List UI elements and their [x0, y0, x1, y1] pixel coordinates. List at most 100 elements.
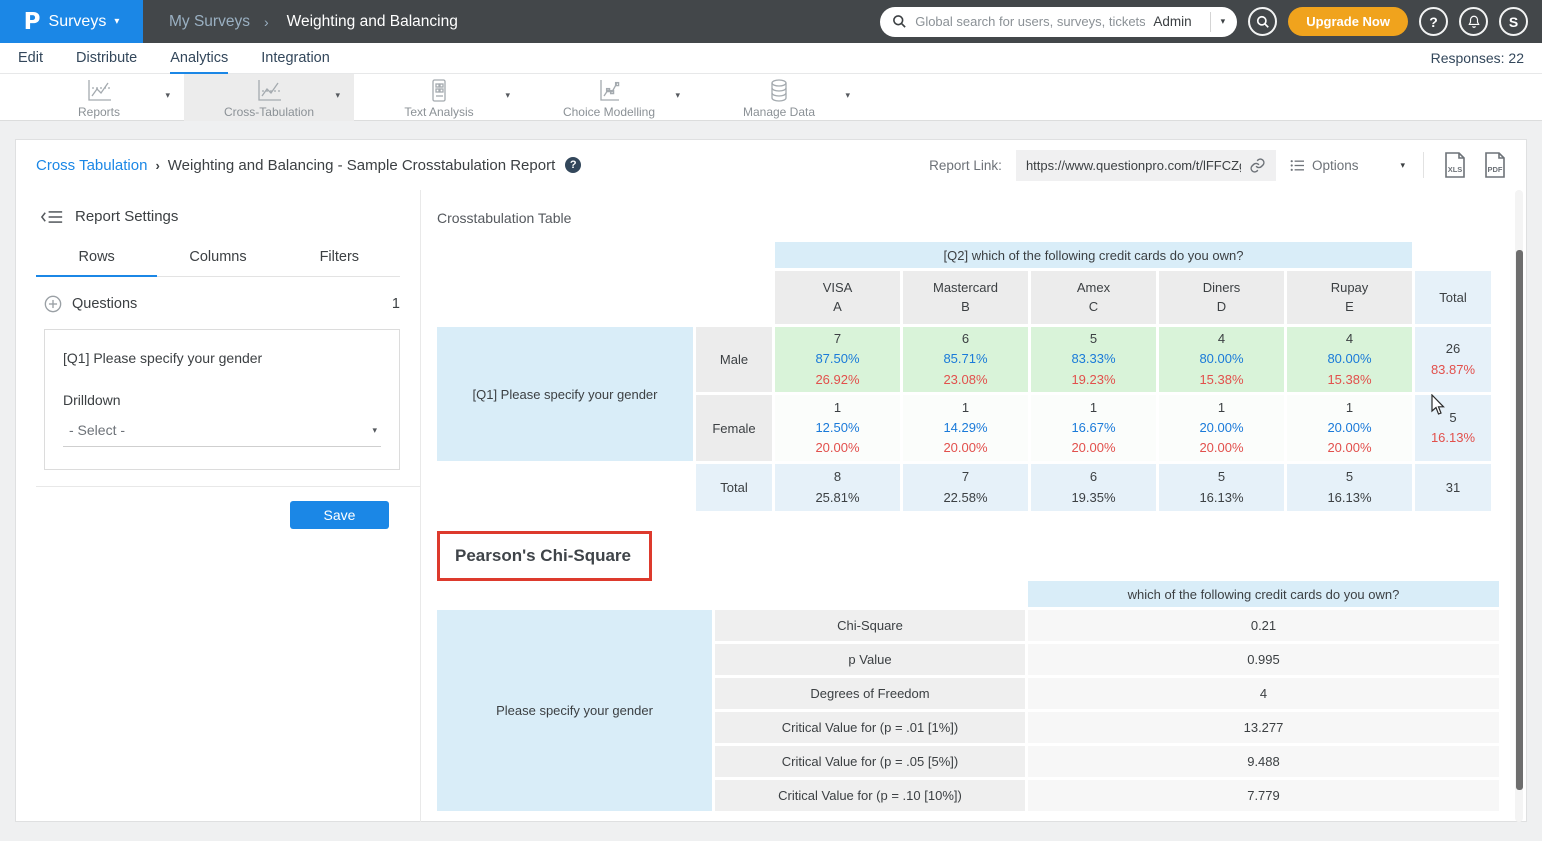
column-name: Diners	[1203, 279, 1241, 298]
cell-row-pct: 12.50%	[815, 418, 859, 438]
data-cell: 480.00%15.38%	[1287, 327, 1412, 392]
pearson-title: Pearson's Chi-Square	[455, 546, 631, 566]
tab-rows[interactable]: Rows	[36, 249, 157, 277]
help-icon[interactable]: ?	[565, 157, 581, 173]
line-chart-icon	[254, 78, 284, 104]
save-button[interactable]: Save	[290, 501, 389, 529]
drilldown-select[interactable]: - Select - ▾	[63, 408, 381, 447]
cell-count: 1	[962, 398, 969, 418]
chevron-down-icon[interactable]: ▾	[675, 90, 680, 101]
chi-stat-value: 0.21	[1028, 610, 1499, 641]
chi-stat-label: p Value	[715, 644, 1025, 675]
question-text: [Q1] Please specify your gender	[63, 350, 381, 366]
column-header: VISAA	[775, 271, 900, 324]
report-actions: Report Link: Options ▾ XLS PDF	[929, 150, 1508, 181]
cell-row-pct: 14.29%	[943, 418, 987, 438]
options-caret-icon[interactable]: ▾	[1400, 160, 1405, 171]
cell-count: 6	[1090, 467, 1097, 487]
cell-count: 5	[1090, 329, 1097, 349]
crosstab-section-title: Crosstabulation Table	[437, 210, 1526, 226]
global-search[interactable]: Admin ▾	[880, 7, 1237, 37]
search-scope-value[interactable]: Admin	[1153, 14, 1201, 29]
add-question-icon[interactable]	[44, 295, 62, 313]
vertical-scrollbar[interactable]	[1515, 190, 1523, 822]
cell-row-pct: 20.00%	[1199, 418, 1243, 438]
chevron-down-icon[interactable]: ▾	[165, 90, 170, 101]
total-cell: 825.81%	[775, 464, 900, 511]
tool-label: Text Analysis	[404, 105, 473, 119]
help-button[interactable]: ?	[1419, 7, 1448, 36]
nav-analytics[interactable]: Analytics	[170, 43, 228, 74]
settings-title: Report Settings	[75, 208, 178, 225]
tool-label: Manage Data	[743, 105, 815, 119]
scrollbar-thumb[interactable]	[1516, 250, 1523, 790]
breadcrumb-survey-name: Weighting and Balancing	[287, 13, 458, 31]
survey-nav: Edit Distribute Analytics Integration Re…	[0, 43, 1542, 74]
search-scope-caret-icon[interactable]: ▾	[1219, 16, 1228, 27]
global-search-input[interactable]	[915, 14, 1145, 29]
list-options-icon	[1290, 159, 1305, 172]
page-background: Cross Tabulation › Weighting and Balanci…	[0, 121, 1542, 840]
topbar-actions: Admin ▾ Upgrade Now ? S	[880, 0, 1528, 43]
tool-cross-tabulation[interactable]: Cross-Tabulation ▾	[184, 74, 354, 121]
column-question-header: [Q2] which of the following credit cards…	[775, 242, 1412, 268]
chevron-down-icon[interactable]: ▾	[505, 90, 510, 101]
tool-label: Choice Modelling	[563, 105, 655, 119]
drilldown-label: Drilldown	[63, 392, 381, 408]
cell-pct: 22.58%	[943, 488, 987, 508]
collapse-panel-icon[interactable]	[41, 209, 63, 225]
cell-col-pct: 15.38%	[1199, 370, 1243, 390]
tool-text-analysis[interactable]: Text Analysis ▾	[354, 74, 524, 121]
chi-stat-label: Critical Value for (p = .10 [10%])	[715, 780, 1025, 811]
export-pdf-icon[interactable]: PDF	[1482, 151, 1508, 179]
cell-pct: 25.81%	[815, 488, 859, 508]
chi-stat-label: Chi-Square	[715, 610, 1025, 641]
chevron-down-icon[interactable]: ▾	[335, 90, 340, 101]
upgrade-now-button[interactable]: Upgrade Now	[1288, 7, 1408, 36]
tool-reports[interactable]: Reports ▾	[14, 74, 184, 121]
line-chart-icon	[84, 78, 114, 104]
data-cell: 120.00%20.00%	[1287, 395, 1412, 461]
divider	[1423, 152, 1424, 178]
tab-filters[interactable]: Filters	[279, 249, 400, 277]
nav-distribute[interactable]: Distribute	[76, 43, 137, 74]
report-title: Weighting and Balancing - Sample Crossta…	[168, 157, 555, 174]
cell-count: 8	[834, 467, 841, 487]
product-switcher[interactable]: P Surveys ▾	[0, 0, 143, 43]
search-button[interactable]	[1248, 7, 1277, 36]
tool-choice-modelling[interactable]: Choice Modelling ▾	[524, 74, 694, 121]
cell-total-pct: 83.87%	[1431, 360, 1475, 380]
report-header-bar: Cross Tabulation › Weighting and Balanci…	[16, 140, 1526, 190]
link-icon[interactable]	[1249, 157, 1266, 174]
nav-integration[interactable]: Integration	[261, 43, 330, 74]
export-xls-icon[interactable]: XLS	[1442, 151, 1468, 179]
tab-columns[interactable]: Columns	[157, 249, 278, 277]
chevron-down-icon: ▾	[372, 425, 377, 436]
report-link-input[interactable]	[1026, 158, 1241, 173]
data-cell: 112.50%20.00%	[775, 395, 900, 461]
options-menu[interactable]: Options	[1290, 158, 1359, 173]
breadcrumb-my-surveys[interactable]: My Surveys	[169, 13, 250, 31]
chi-stat-label: Degrees of Freedom	[715, 678, 1025, 709]
settings-header: Report Settings	[16, 208, 420, 225]
cell-pct: 16.13%	[1199, 488, 1243, 508]
cell-row-pct: 20.00%	[1327, 418, 1371, 438]
nav-edit[interactable]: Edit	[18, 43, 43, 74]
row-label-female: Female	[696, 395, 772, 461]
account-avatar[interactable]: S	[1499, 7, 1528, 36]
cell-count: 6	[962, 329, 969, 349]
cell-col-pct: 26.92%	[815, 370, 859, 390]
notifications-button[interactable]	[1459, 7, 1488, 36]
cell-count: 5	[1346, 467, 1353, 487]
tool-manage-data[interactable]: Manage Data ▾	[694, 74, 864, 121]
chevron-down-icon[interactable]: ▾	[845, 90, 850, 101]
column-header: AmexC	[1031, 271, 1156, 324]
cell-col-pct: 20.00%	[1071, 438, 1115, 458]
report-breadcrumb: Cross Tabulation › Weighting and Balanci…	[36, 157, 581, 174]
column-header: DinersD	[1159, 271, 1284, 324]
cell-count: 1	[1218, 398, 1225, 418]
breadcrumb-cross-tabulation[interactable]: Cross Tabulation	[36, 157, 147, 174]
options-label: Options	[1312, 158, 1359, 173]
settings-tabs: Rows Columns Filters	[36, 249, 400, 277]
topbar: P Surveys ▾ My Surveys › Weighting and B…	[0, 0, 1542, 43]
